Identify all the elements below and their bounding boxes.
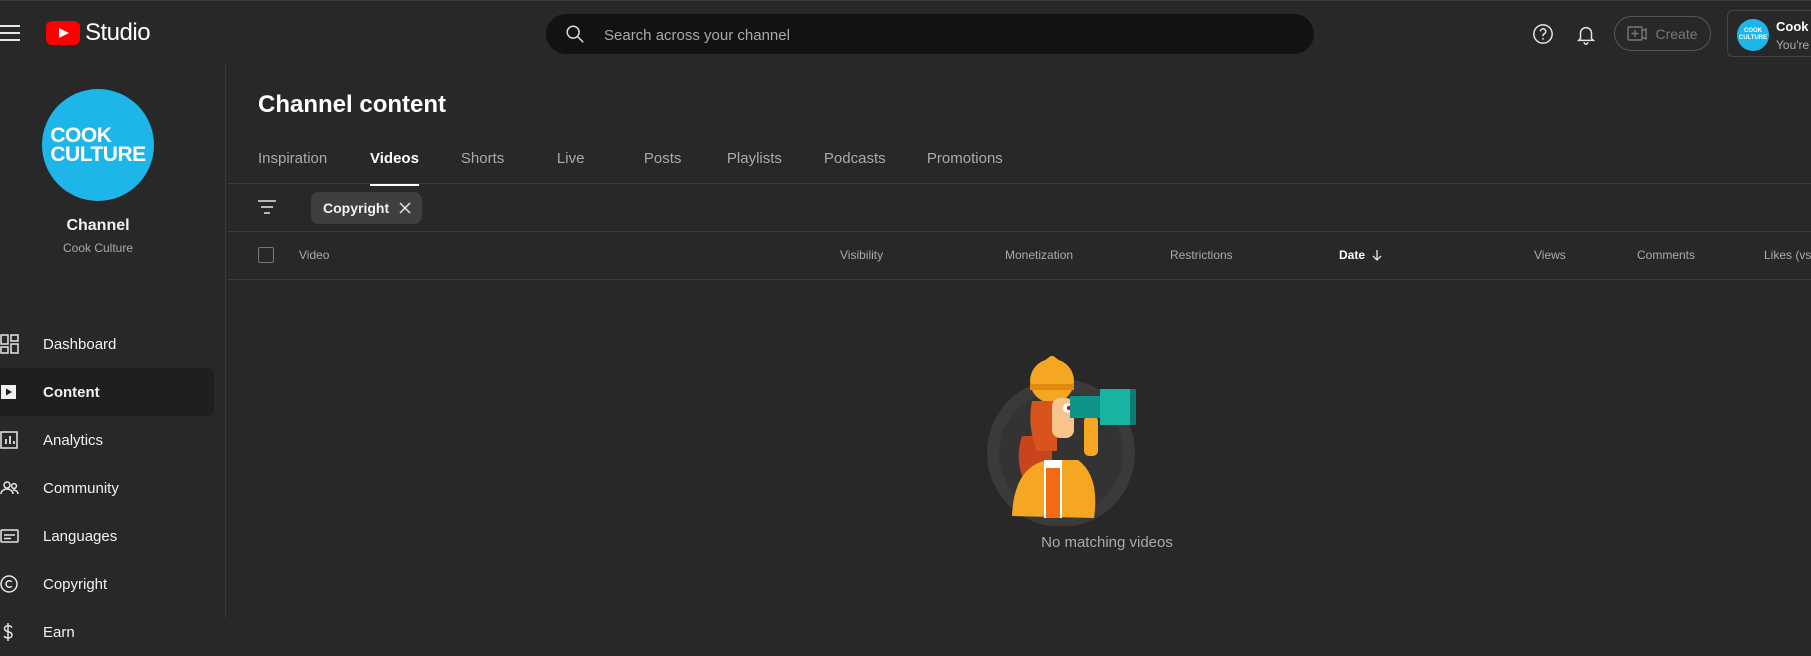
analytics-icon	[0, 431, 18, 449]
channel-title: Channel	[66, 217, 130, 234]
filter-chip-label: Copyright	[323, 200, 390, 216]
sidebar-item-dashboard[interactable]: Dashboard	[0, 320, 214, 368]
sidebar-item-label: Languages	[43, 527, 118, 545]
content-icon	[1, 385, 16, 399]
tab-podcasts[interactable]: Podcasts	[824, 150, 927, 184]
tabs-divider	[227, 183, 1811, 184]
column-date[interactable]: Date	[1339, 248, 1382, 262]
sidebar-item-languages[interactable]: Languages	[0, 512, 214, 560]
tab-playlists[interactable]: Playlists	[727, 150, 824, 184]
column-visibility[interactable]: Visibility	[840, 248, 883, 262]
column-views[interactable]: Views	[1534, 248, 1566, 262]
studio-logo[interactable]: Studio	[46, 19, 151, 47]
empty-state-illustration	[987, 356, 1136, 526]
column-likes[interactable]: Likes (vs. dislikes)	[1764, 248, 1811, 262]
copyright-icon	[0, 575, 18, 593]
sidebar-item-content[interactable]: Content	[0, 368, 214, 416]
channel-avatar-text: COOK CULTURE	[50, 124, 146, 166]
create-label: Create	[1655, 25, 1698, 42]
help-icon[interactable]	[1532, 23, 1554, 45]
sidebar-item-label: Analytics	[43, 431, 104, 449]
sidebar-item-earn[interactable]: Earn	[0, 608, 214, 656]
filter-icon[interactable]	[257, 198, 277, 216]
column-video: Video	[299, 248, 330, 262]
empty-state-message: No matching videos	[1041, 534, 1173, 551]
dashboard-icon	[0, 334, 19, 354]
account-subtitle: You're viewing as Cook Culture	[1776, 38, 1811, 52]
sidebar-nav: Dashboard Content Analytics Community La…	[0, 320, 214, 656]
header-divider	[227, 279, 1811, 280]
table-header: Video Visibility Monetization Restrictio…	[227, 231, 1811, 279]
search-box	[546, 14, 1314, 56]
earn-icon	[3, 623, 13, 641]
tab-posts[interactable]: Posts	[644, 150, 727, 184]
sidebar-item-label: Community	[43, 479, 119, 497]
tab-promotions[interactable]: Promotions	[927, 150, 1003, 184]
channel-name[interactable]: Cook Culture	[0, 241, 196, 255]
sidebar-item-copyright[interactable]: Copyright	[0, 560, 214, 608]
sidebar-item-label: Earn	[43, 623, 75, 641]
column-restrictions[interactable]: Restrictions	[1170, 248, 1233, 262]
sidebar-item-label: Copyright	[43, 575, 108, 593]
sidebar-item-analytics[interactable]: Analytics	[0, 416, 214, 464]
main-content: Channel content Inspiration Videos Short…	[227, 64, 1811, 618]
close-icon[interactable]	[399, 202, 411, 214]
notifications-icon[interactable]	[1575, 22, 1597, 46]
account-switcher[interactable]: COOK CULTURE Cook Culture You're viewing…	[1727, 10, 1811, 57]
tab-videos[interactable]: Videos	[370, 150, 419, 186]
filter-chip[interactable]: Copyright	[311, 192, 423, 224]
languages-icon	[0, 529, 19, 543]
column-date-label: Date	[1339, 248, 1366, 262]
sort-arrow-down-icon	[1372, 250, 1382, 261]
select-all-checkbox[interactable]	[258, 247, 274, 263]
page-title: Channel content	[258, 91, 447, 118]
menu-icon[interactable]	[0, 25, 20, 41]
column-comments[interactable]: Comments	[1637, 248, 1695, 262]
account-name: Cook Culture	[1776, 19, 1811, 34]
create-icon	[1627, 25, 1648, 41]
sidebar: COOK CULTURE Channel Cook Culture Dashboa…	[0, 64, 226, 641]
youtube-logo-icon	[46, 21, 80, 45]
content-tabs: Inspiration Videos Shorts Live Posts Pla…	[258, 150, 1003, 186]
sidebar-item-label: Dashboard	[43, 335, 117, 353]
column-monetization[interactable]: Monetization	[1005, 248, 1073, 262]
channel-avatar[interactable]: COOK CULTURE	[42, 89, 154, 201]
tab-live[interactable]: Live	[557, 150, 644, 184]
sidebar-item-community[interactable]: Community	[0, 464, 214, 512]
account-avatar: COOK CULTURE	[1737, 19, 1769, 51]
sidebar-item-label: Content	[43, 383, 100, 401]
search-icon[interactable]	[564, 23, 586, 45]
create-button[interactable]: Create	[1614, 16, 1711, 51]
tab-shorts[interactable]: Shorts	[461, 150, 557, 184]
community-icon	[0, 481, 19, 495]
logo-text: Studio	[85, 19, 151, 46]
tab-inspiration[interactable]: Inspiration	[258, 150, 370, 184]
search-input[interactable]	[602, 14, 1286, 56]
top-bar: Studio Create COOK CULTURE Cook Culture …	[0, 0, 1811, 64]
